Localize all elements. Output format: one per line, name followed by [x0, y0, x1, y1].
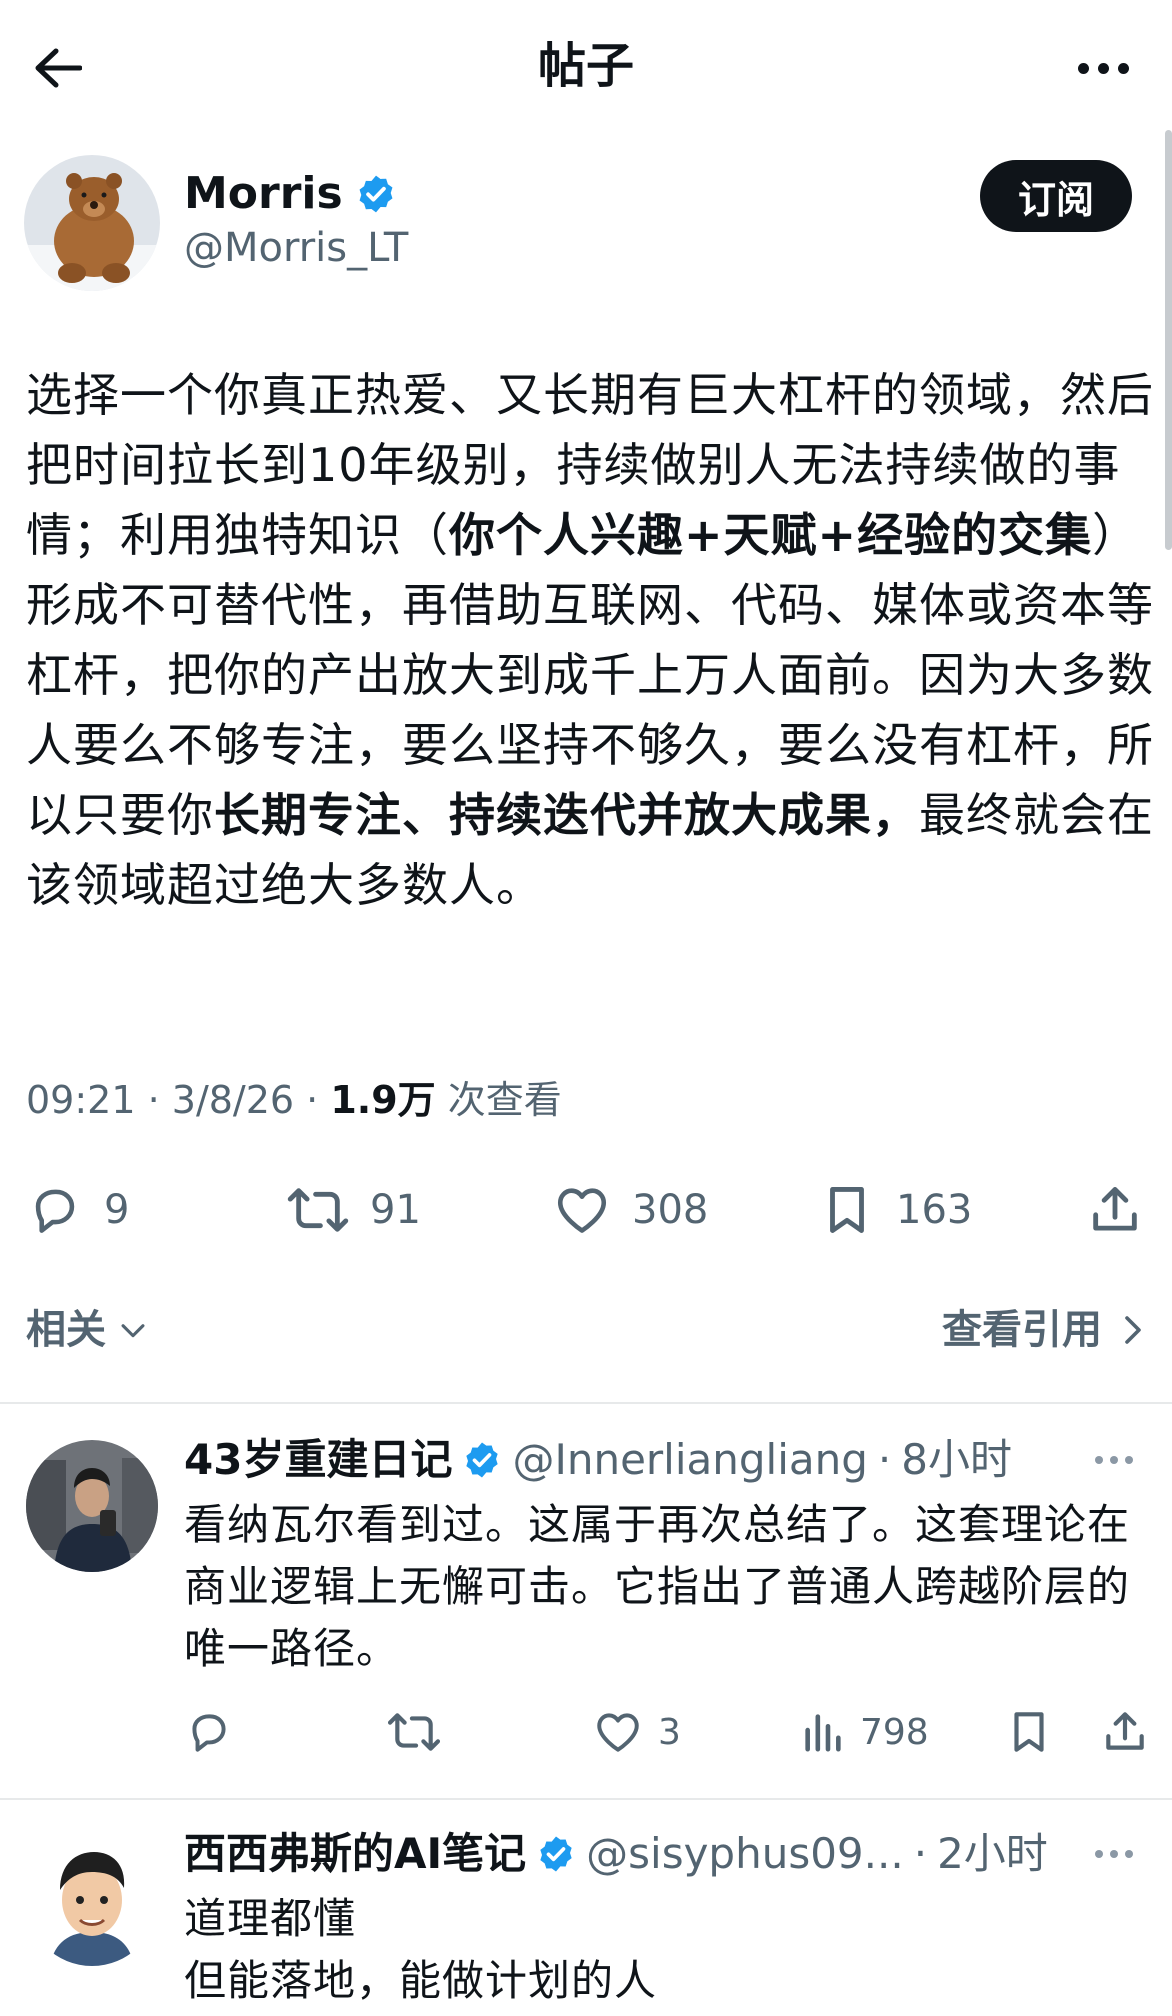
- reply-button[interactable]: 9: [26, 1175, 129, 1245]
- reply-count: 9: [104, 1187, 130, 1233]
- reply-icon: [35, 1189, 75, 1233]
- chevron-down-icon: [121, 1324, 145, 1338]
- verified-badge-icon: [540, 1836, 572, 1872]
- analytics-icon: [805, 1714, 841, 1752]
- post-meta: 09:21 · 3/8/26 · 1.9万 次查看: [26, 1078, 562, 1122]
- more-options-button[interactable]: [1068, 40, 1138, 96]
- reply-like-count: 3: [658, 1711, 681, 1753]
- reply-more-button[interactable]: [1084, 1440, 1144, 1480]
- reply-author-handle[interactable]: @Innerliangliang: [512, 1432, 867, 1488]
- repost-icon: [387, 1713, 441, 1751]
- share-button[interactable]: [1086, 1175, 1144, 1245]
- view-quotes-label: 查看引用: [942, 1307, 1102, 1353]
- heart-icon: [597, 1713, 639, 1752]
- divider: [0, 1402, 1172, 1404]
- reply-like-button[interactable]: 3: [592, 1702, 681, 1762]
- reply-avatar[interactable]: [26, 1440, 158, 1572]
- reply-text: 看纳瓦尔看到过。这属于再次总结了。这套理论在商业逻辑上无懈可击。它指出了普通人跨…: [184, 1500, 1131, 1673]
- repost-icon: [287, 1188, 349, 1232]
- author-handle[interactable]: @Morris_LT: [184, 222, 408, 274]
- bookmark-button[interactable]: 163: [818, 1175, 972, 1245]
- reply-text-line: 道理都懂: [184, 1894, 357, 1943]
- separator-dot: ·: [913, 1829, 928, 1878]
- reply-text-line: 但能落地，能做计划的人: [184, 1956, 658, 2005]
- bookmark-count: 163: [896, 1187, 973, 1233]
- reply-header: 西西弗斯的AI笔记 @sisyphus09... · 2小时: [184, 1826, 1048, 1882]
- separator-dot: ·: [877, 1435, 892, 1484]
- reply-author-name[interactable]: 西西弗斯的AI笔记: [184, 1826, 526, 1882]
- share-icon: [1106, 1712, 1144, 1750]
- post-text: 选择一个你真正热爱、又长期有巨大杠杆的领域，然后把时间拉长到10年级别，持续做别…: [26, 360, 1156, 920]
- reply-time: 2小时: [937, 1829, 1048, 1878]
- top-bar: 帖子: [0, 0, 1172, 140]
- views-count: 1.9万: [330, 1078, 436, 1122]
- post-date: 3/8/26: [171, 1078, 295, 1122]
- post-actions: 9 91 308 163: [0, 1175, 1172, 1245]
- reply-repost-button[interactable]: [386, 1702, 442, 1762]
- repost-count: 91: [370, 1187, 421, 1233]
- person-avatar-image: [26, 1440, 158, 1572]
- views-label: 次查看: [447, 1078, 562, 1122]
- share-icon: [1093, 1187, 1137, 1231]
- related-label: 相关: [26, 1307, 106, 1353]
- like-button[interactable]: 308: [552, 1175, 708, 1245]
- divider: [0, 1798, 1172, 1800]
- scrollbar[interactable]: [1165, 130, 1172, 550]
- reply-time: 8小时: [901, 1435, 1012, 1484]
- repost-button[interactable]: 91: [286, 1175, 421, 1245]
- reply-share-button[interactable]: [1100, 1702, 1150, 1762]
- verified-badge-icon: [466, 1442, 499, 1478]
- author-avatar[interactable]: [24, 155, 160, 291]
- more-horizontal-icon: [1095, 1456, 1103, 1464]
- author-name[interactable]: Morris: [184, 166, 343, 222]
- post-text-bold-segment: 长期专注、持续迭代并放大成果，: [214, 788, 919, 842]
- reply-text: 道理都懂 但能落地，能做计划的人: [184, 1888, 1144, 2016]
- bear-avatar-image: [24, 155, 160, 291]
- more-horizontal-icon: [1077, 62, 1089, 74]
- verified-badge-icon: [359, 175, 393, 213]
- reply-more-button[interactable]: [1084, 1834, 1144, 1874]
- bookmark-icon: [830, 1187, 864, 1233]
- reply-icon: [192, 1714, 226, 1752]
- author-name-row: Morris: [184, 166, 397, 222]
- subscribe-button[interactable]: 订阅: [980, 160, 1132, 232]
- post-time: 09:21: [26, 1078, 136, 1122]
- reply-header: 43岁重建日记 @Innerliangliang · 8小时: [184, 1432, 1012, 1488]
- chevron-right-icon: [1125, 1316, 1141, 1344]
- like-count: 308: [632, 1187, 709, 1233]
- reply-views-button[interactable]: 798: [800, 1702, 929, 1762]
- reply-reply-button[interactable]: [184, 1702, 234, 1762]
- more-horizontal-icon: [1095, 1850, 1103, 1858]
- reply-avatar[interactable]: [26, 1834, 158, 1966]
- reply-author-name[interactable]: 43岁重建日记: [184, 1432, 452, 1488]
- reply-actions: 3 798: [0, 1702, 1172, 1762]
- reply-views-count: 798: [860, 1711, 929, 1753]
- bookmark-icon: [1014, 1712, 1044, 1752]
- cartoon-avatar-image: [26, 1834, 158, 1966]
- heart-icon: [557, 1188, 607, 1233]
- reply-author-handle[interactable]: @sisyphus09...: [586, 1826, 904, 1882]
- page-title: 帖子: [537, 38, 634, 94]
- view-quotes-link[interactable]: 查看引用: [942, 1300, 1146, 1360]
- reply-bookmark-button[interactable]: [1004, 1702, 1054, 1762]
- related-dropdown[interactable]: 相关: [26, 1300, 150, 1360]
- post-text-bold-segment: 你个人兴趣+天赋+经验的交集: [449, 508, 1093, 562]
